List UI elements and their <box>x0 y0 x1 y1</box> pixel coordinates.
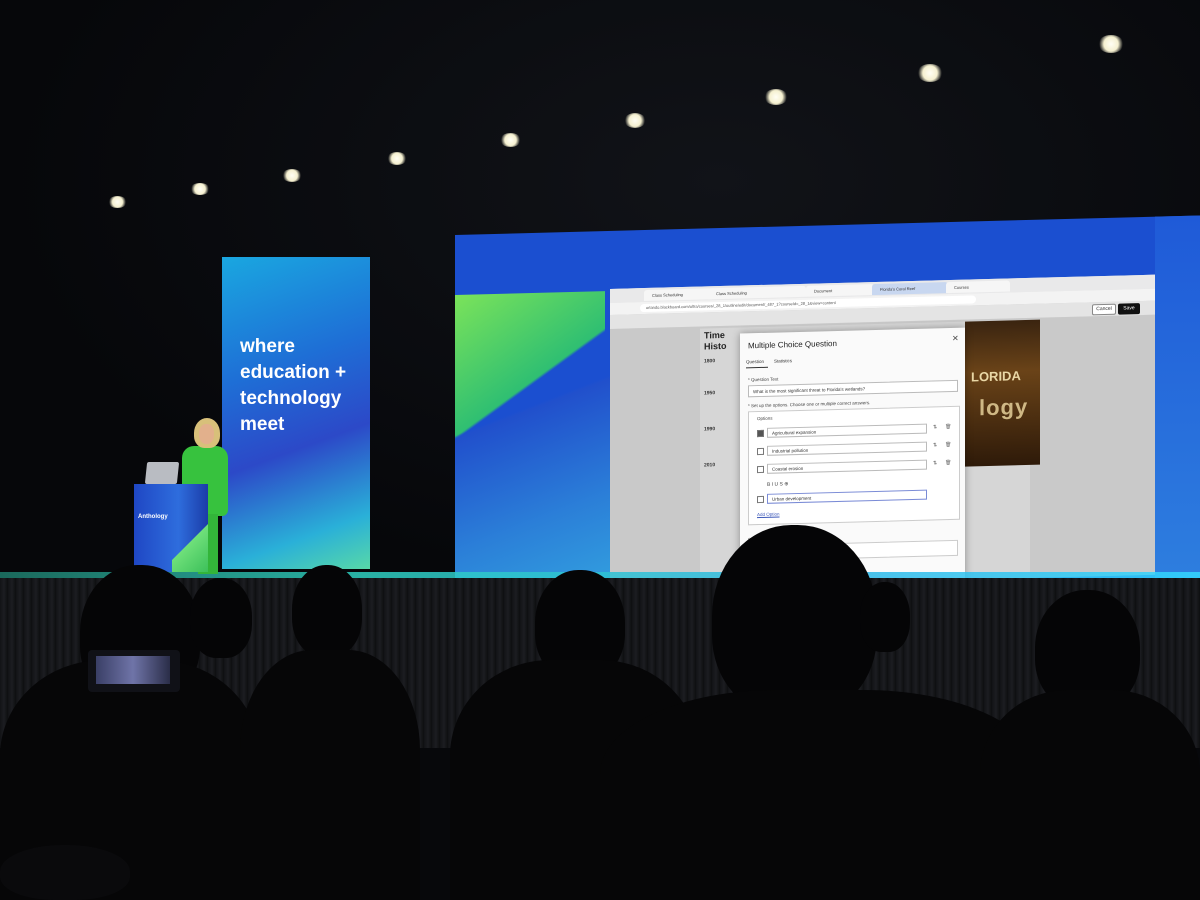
phone-screen-glow <box>88 650 180 692</box>
presenter-face <box>199 424 214 444</box>
option-row: Agricultural expansion ⇅ 🗑 <box>757 423 951 439</box>
screen-blue-accent <box>455 290 615 607</box>
stage-light <box>1098 35 1124 53</box>
podium-logo: Anthology <box>138 514 168 520</box>
question-text-field[interactable]: What is the most significant threat to F… <box>748 379 958 398</box>
option-text-field[interactable]: Agricultural expansion <box>767 423 927 438</box>
tagline-line: meet <box>240 414 285 435</box>
browser-window: Class Scheduling Class Scheduling Docume… <box>610 274 1155 612</box>
book-cover-image: LORIDA logy <box>965 319 1040 467</box>
timeline-year: 2010 <box>704 462 716 469</box>
tagline-line: education + <box>240 362 347 383</box>
stage-light <box>190 183 210 195</box>
close-icon[interactable]: ✕ <box>952 334 959 343</box>
tagline-line: technology <box>240 388 342 409</box>
correct-answer-checkbox[interactable] <box>757 429 764 438</box>
dialog-title: Multiple Choice Question <box>748 338 837 351</box>
audience-head <box>712 525 877 715</box>
shuffle-icon[interactable]: ⇅ <box>933 460 937 466</box>
document-title: Time Histo <box>704 329 727 352</box>
browser-tab[interactable]: Class Scheduling <box>644 288 712 302</box>
browser-tab[interactable]: Florida's Coral Reef <box>872 282 948 296</box>
question-label: * Question Text <box>748 376 779 383</box>
shuffle-icon[interactable]: ⇅ <box>933 442 937 448</box>
screen-right-panel <box>1155 215 1200 589</box>
option-row: Coastal erosion ⇅ 🗑 <box>757 459 951 475</box>
timeline-year: 1950 <box>704 390 716 397</box>
trash-icon[interactable]: 🗑 <box>945 460 951 466</box>
stage-light <box>764 89 788 105</box>
trash-icon[interactable]: 🗑 <box>945 424 951 430</box>
add-option-link[interactable]: Add Option <box>757 512 780 518</box>
correct-answer-checkbox[interactable] <box>757 495 764 504</box>
tagline-line: where <box>240 336 295 357</box>
tab-statistics[interactable]: Statistics <box>774 358 792 363</box>
text-editor-toolbar[interactable]: B I U S ⊕ <box>767 478 927 490</box>
audience-head <box>860 582 910 652</box>
tagline-text: where education + technology meet <box>240 334 368 438</box>
stage-light <box>282 169 302 182</box>
audience-head <box>190 578 252 658</box>
tab-question[interactable]: Question <box>746 359 764 364</box>
stage-light <box>917 64 943 82</box>
book-title-line: LORIDA <box>971 368 1021 385</box>
audience-head <box>0 845 130 900</box>
active-tab-indicator <box>746 366 768 369</box>
stage-light <box>108 196 127 208</box>
option-text-field[interactable]: Industrial pollution <box>767 441 927 456</box>
option-text-field[interactable]: Coastal erosion <box>767 459 927 474</box>
audience-body <box>980 690 1200 900</box>
options-panel: Options Agricultural expansion ⇅ 🗑 Indus… <box>748 405 960 526</box>
podium-green-accent <box>172 520 208 572</box>
audience-body <box>240 650 420 900</box>
phone-display <box>96 656 170 684</box>
toolbar-cancel-button[interactable]: Cancel <box>1092 303 1116 316</box>
toolbar-save-button[interactable]: Save <box>1118 303 1140 315</box>
correct-answer-checkbox[interactable] <box>757 465 764 474</box>
shuffle-icon[interactable]: ⇅ <box>933 424 937 430</box>
stage-light <box>387 152 407 165</box>
laptop <box>144 462 180 484</box>
browser-tab[interactable]: Courses <box>946 280 1010 294</box>
timeline-year: 1800 <box>704 358 716 365</box>
audience-body <box>600 690 1040 900</box>
timeline-year: 1990 <box>704 426 716 433</box>
setup-instructions: * Set up the options. Choose one or mult… <box>748 400 871 409</box>
document-canvas: Time Histo 1800 1950 1990 2010 LORIDA lo… <box>610 314 1155 612</box>
options-label: Options <box>757 415 773 422</box>
trash-icon[interactable]: 🗑 <box>945 442 951 448</box>
correct-answer-checkbox[interactable] <box>757 447 764 456</box>
option-row: Urban development <box>757 489 943 505</box>
audience-head <box>292 565 362 657</box>
stage-light <box>624 113 646 128</box>
option-text-field[interactable]: Urban development <box>767 489 927 504</box>
stage-light <box>500 133 521 147</box>
option-row: Industrial pollution ⇅ 🗑 <box>757 441 951 457</box>
book-title-line: logy <box>979 393 1029 421</box>
browser-tab[interactable]: Document <box>806 284 874 297</box>
